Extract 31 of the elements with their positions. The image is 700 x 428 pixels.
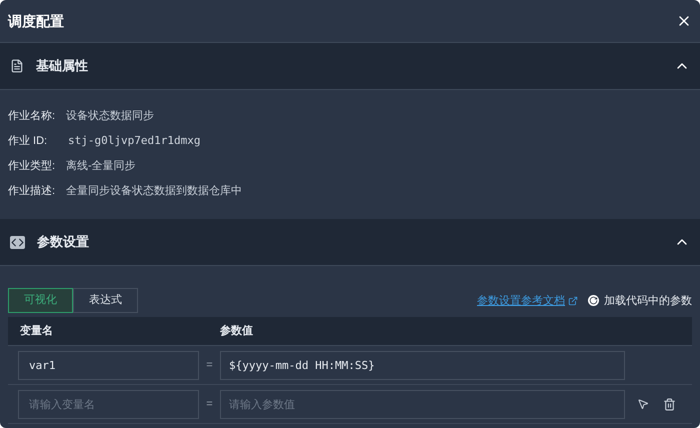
field-label: 作业 ID: [8, 134, 48, 150]
code-icon [10, 236, 25, 248]
equals-sign: = [205, 358, 214, 373]
field-label: 作业名称: [8, 109, 56, 124]
column-header: 变量名 [19, 324, 54, 339]
mode-tab[interactable]: 表达式 [73, 288, 138, 313]
dialog-title: 调度配置 [8, 12, 64, 30]
mode-tab[interactable]: 可视化 [8, 288, 73, 313]
document-icon [10, 58, 24, 74]
column-header: 参数值 [220, 324, 253, 339]
section-title: 参数设置 [37, 233, 89, 252]
reload-icon [588, 295, 599, 306]
delete-icon[interactable] [663, 398, 676, 410]
pointer-icon[interactable] [637, 398, 649, 410]
field-value: stj-g0ljvp7ed1r1dmxg [68, 133, 200, 150]
parameter-value-field[interactable]: 请输入参数值 [220, 390, 625, 418]
variable-name-field[interactable]: var1 [18, 350, 199, 380]
field-value: 全量同步设备状态数据到数据仓库中 [66, 184, 242, 200]
field-label: 作业描述: [8, 184, 56, 200]
load-params-button[interactable]: 加载代码中的参数 [588, 292, 692, 309]
field-label: 作业类型: [8, 159, 56, 174]
section-title: 基础属性 [36, 57, 88, 76]
field-value: 离线-全量同步 [66, 158, 136, 174]
variable-name-field[interactable]: 请输入变量名 [18, 390, 199, 418]
field-value: 设备状态数据同步 [66, 108, 154, 124]
parameter-value-field[interactable]: ${yyyy-mm-dd HH:MM:SS} [220, 350, 625, 380]
external-link-icon [568, 296, 578, 306]
equals-sign: = [205, 396, 214, 412]
section-header[interactable]: 基础属性 [0, 43, 700, 90]
doc-link[interactable]: 参数设置参考文档 [477, 292, 578, 309]
section-header[interactable]: 参数设置 [0, 219, 700, 266]
